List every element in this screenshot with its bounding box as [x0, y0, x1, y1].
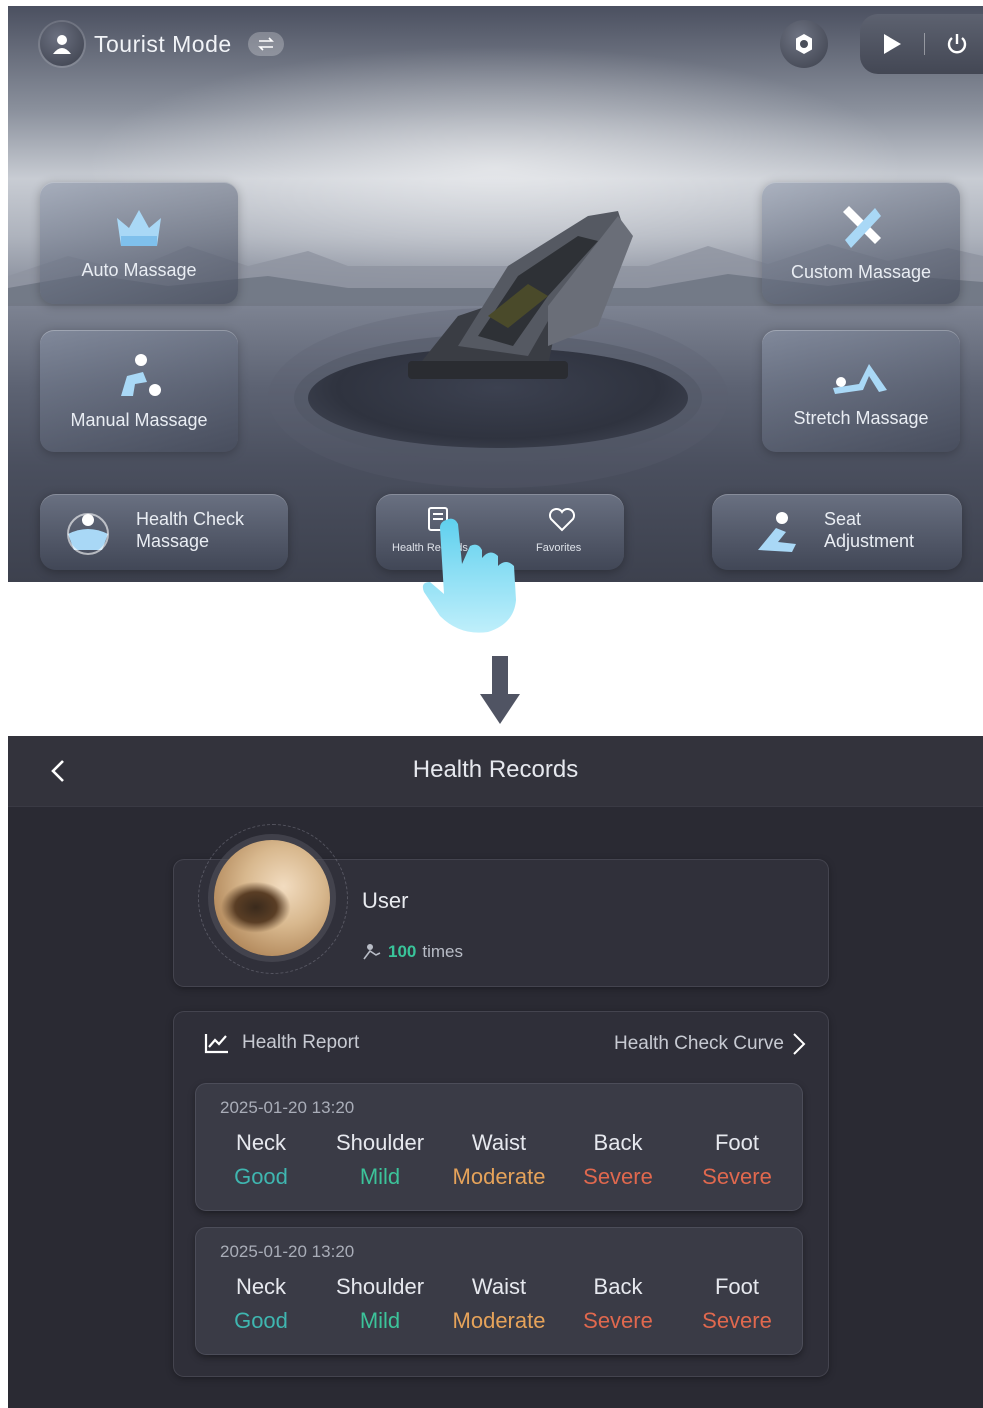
body-part: Neck: [235, 1274, 287, 1299]
favorites-label[interactable]: Favorites: [536, 542, 581, 554]
manual-massage-button[interactable]: Manual Massage: [40, 330, 238, 452]
health-check-icon: [67, 513, 109, 555]
seat-line2: Adjustment: [824, 531, 915, 551]
record-item: Shoulder Mild: [321, 1130, 439, 1190]
mode-label: Tourist Mode: [94, 30, 232, 57]
health-report-card: Health Report Health Check Curve 2025-01…: [174, 1012, 828, 1376]
chevron-right-icon: [793, 1033, 806, 1055]
level: Good: [234, 1308, 288, 1333]
manual-massage-label: Manual Massage: [70, 409, 208, 430]
custom-tools-icon: [843, 205, 881, 248]
user-mode-area[interactable]: Tourist Mode: [40, 22, 284, 66]
body-part: Foot: [714, 1274, 760, 1299]
stretch-massage-button[interactable]: Stretch Massage: [762, 330, 960, 452]
massage-count-icon: [363, 944, 381, 960]
level: Moderate: [452, 1164, 546, 1189]
seat-adjustment-button[interactable]: Seat Adjustment: [712, 494, 962, 570]
level: Severe: [583, 1308, 653, 1333]
record-item: Back Severe: [559, 1274, 677, 1334]
level: Good: [234, 1164, 288, 1189]
record-item: Back Severe: [559, 1130, 677, 1190]
record-grid: Neck Good Shoulder Mild Waist Moderate Back…: [202, 1130, 796, 1190]
body-part: Back: [593, 1274, 643, 1299]
seat-line1: Seat: [824, 509, 862, 529]
seat-adjustment-icon: [758, 512, 796, 552]
home-screen: Tourist Mode Auto Massage Custom Massage…: [8, 6, 983, 582]
body-part: Neck: [235, 1130, 287, 1155]
report-header: Health Report: [204, 1032, 359, 1054]
health-check-line2: Massage: [136, 531, 210, 551]
header-bar: Health Records: [8, 736, 983, 807]
health-check-curve-link[interactable]: Health Check Curve: [614, 1032, 806, 1056]
body-part: Shoulder: [335, 1130, 425, 1155]
times-value: 100: [388, 942, 417, 961]
avatar[interactable]: [214, 840, 330, 956]
manual-person-icon: [121, 353, 161, 396]
level: Severe: [702, 1164, 772, 1189]
record-timestamp: 2025-01-20 13:20: [220, 1242, 355, 1261]
custom-massage-label: Custom Massage: [790, 261, 932, 282]
record-item: Waist Moderate: [440, 1274, 558, 1334]
massage-count: 100 times: [362, 942, 463, 962]
level: Severe: [702, 1308, 772, 1333]
favorites-heart-icon[interactable]: [548, 508, 576, 532]
record-item: Neck Good: [202, 1130, 320, 1190]
report-chart-icon: [204, 1034, 228, 1054]
curve-link-label: Health Check Curve: [613, 1033, 784, 1054]
level: Mild: [359, 1164, 401, 1189]
massage-chair-image: [408, 211, 633, 379]
record-item: Shoulder Mild: [321, 1274, 439, 1334]
play-icon[interactable]: [881, 32, 903, 56]
crown-icon: [117, 209, 161, 246]
body-part: Shoulder: [335, 1274, 425, 1299]
health-records-screen: Health Records User 100 times Health Rep…: [8, 736, 983, 1408]
record-entry[interactable]: 2025-01-20 13:20 Neck Good Shoulder Mild W…: [196, 1228, 802, 1354]
level: Severe: [583, 1164, 653, 1189]
record-item: Waist Moderate: [440, 1130, 558, 1190]
divider: [923, 33, 925, 55]
auto-massage-label: Auto Massage: [81, 259, 197, 280]
arrow-down-icon: [480, 656, 520, 724]
tap-hand-icon: [422, 518, 516, 633]
record-item: Neck Good: [202, 1274, 320, 1334]
playback-power-control: [860, 14, 983, 74]
record-item: Foot Severe: [678, 1130, 796, 1190]
custom-massage-button[interactable]: Custom Massage: [762, 182, 960, 304]
report-title: Health Report: [242, 1032, 360, 1053]
body-part: Back: [593, 1130, 643, 1155]
health-check-line1: Health Check: [136, 509, 245, 529]
auto-massage-button[interactable]: Auto Massage: [40, 182, 238, 304]
body-part: Waist: [471, 1130, 527, 1155]
page-title: Health Records: [412, 756, 579, 783]
level: Mild: [359, 1308, 401, 1333]
record-grid: Neck Good Shoulder Mild Waist Moderate Back…: [202, 1274, 796, 1334]
switch-mode-icon[interactable]: [247, 32, 284, 56]
user-card: User 100 times: [174, 824, 828, 986]
settings-gear-icon[interactable]: [780, 20, 828, 68]
stretch-person-icon: [833, 363, 887, 394]
times-unit: times: [422, 942, 463, 961]
power-icon[interactable]: [945, 32, 969, 56]
health-check-massage-button[interactable]: Health Check Massage: [40, 494, 288, 570]
body-part: Waist: [471, 1274, 527, 1299]
record-item: Foot Severe: [678, 1274, 796, 1334]
level: Moderate: [452, 1308, 546, 1333]
stretch-massage-label: Stretch Massage: [793, 407, 929, 428]
user-name: User: [362, 888, 409, 913]
record-timestamp: 2025-01-20 13:20: [220, 1098, 355, 1117]
user-icon[interactable]: [40, 22, 84, 66]
record-entry[interactable]: 2025-01-20 13:20 Neck Good Shoulder Mild W…: [196, 1084, 802, 1210]
body-part: Foot: [714, 1130, 760, 1155]
